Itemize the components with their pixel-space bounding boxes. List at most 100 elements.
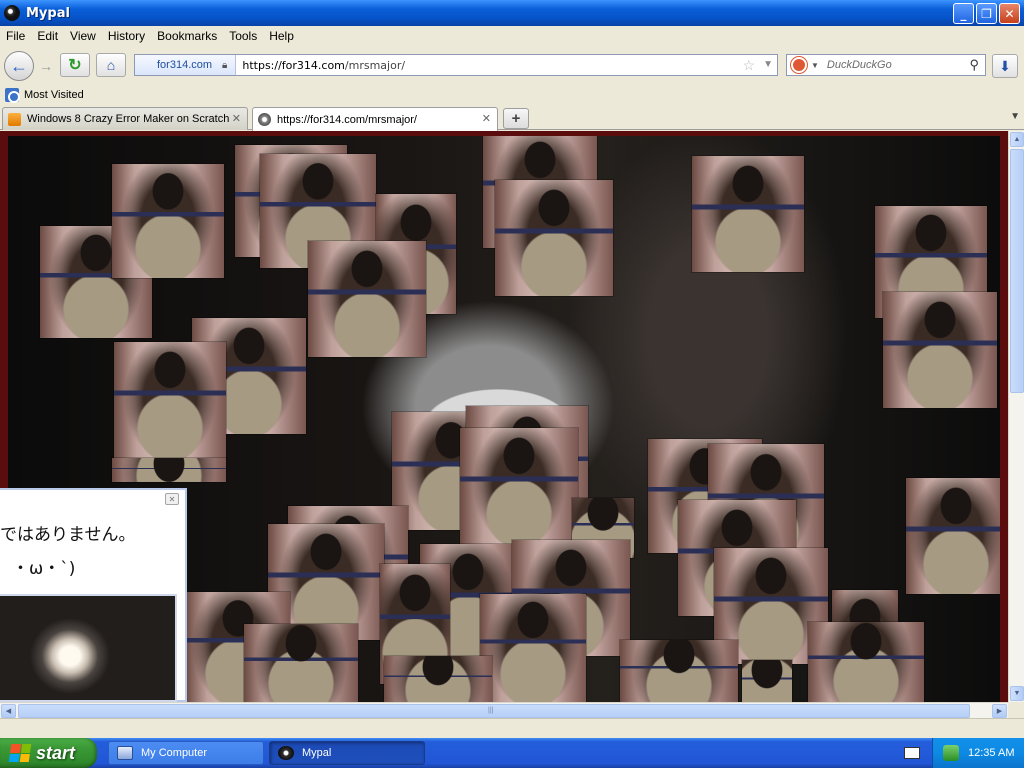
scroll-grip-icon: ||| — [488, 707, 494, 714]
tab-label: https://for314.com/mrsmajor/ — [277, 113, 417, 126]
url-text[interactable]: https://for314.com/mrsmajor/ — [242, 59, 405, 72]
all-tabs-dropdown-icon[interactable]: ▼ — [1010, 111, 1020, 122]
mypal-app-icon — [4, 5, 20, 21]
computer-icon — [117, 746, 133, 760]
doll-photo — [742, 660, 792, 702]
doll-photo — [460, 428, 578, 544]
scrollbar-corner — [1008, 702, 1024, 718]
vertical-scrollbar[interactable]: ▲ ▼ — [1008, 131, 1024, 702]
menu-bookmarks[interactable]: Bookmarks — [151, 29, 223, 43]
download-arrow-icon: ⬇ — [999, 57, 1011, 74]
doll-photo — [112, 164, 224, 278]
system-tray: 12:35 AM — [932, 738, 1024, 768]
doll-photo — [480, 594, 586, 702]
back-button[interactable]: ← — [4, 51, 34, 81]
site-identity-button[interactable]: for314.com 🔒︎ — [135, 55, 237, 75]
search-bar[interactable]: ▼ DuckDuckGo ⚲ — [786, 54, 986, 76]
menu-bar: File Edit View History Bookmarks Tools H… — [0, 26, 1024, 46]
tab-close-icon[interactable]: ✕ — [232, 112, 241, 125]
window-controls: _ ❐ ✕ — [953, 3, 1020, 24]
most-visited-icon — [5, 88, 20, 103]
popup-video-image — [0, 594, 177, 702]
menu-help[interactable]: Help — [263, 29, 300, 43]
doll-photo — [112, 458, 226, 482]
start-label: start — [36, 742, 76, 763]
scroll-right-icon[interactable]: ▶ — [992, 704, 1007, 718]
scroll-up-icon[interactable]: ▲ — [1010, 132, 1024, 147]
doll-photo — [883, 292, 997, 408]
url-dropdown-icon[interactable]: ▼ — [763, 59, 773, 70]
menu-history[interactable]: History — [102, 29, 151, 43]
status-bar — [0, 718, 1024, 738]
vertical-scroll-thumb[interactable] — [1010, 149, 1024, 393]
taskbar-item-label: Mypal — [302, 747, 332, 759]
tab-label: Windows 8 Crazy Error Maker on Scratch — [27, 113, 230, 125]
title-bar[interactable]: Mypal _ ❐ ✕ — [0, 0, 1024, 26]
reload-button[interactable]: ↻ — [60, 53, 90, 77]
windows-flag-icon — [8, 744, 32, 762]
downloads-button[interactable]: ⬇ — [992, 54, 1018, 78]
reload-icon: ↻ — [68, 57, 82, 74]
doll-photo — [620, 640, 738, 702]
site-identity-label: for314.com — [157, 59, 213, 71]
horizontal-scrollbar[interactable]: ◀ ||| ▶ — [0, 702, 1008, 718]
menu-tools[interactable]: Tools — [223, 29, 263, 43]
keyboard-icon[interactable] — [904, 747, 920, 759]
bookmark-most-visited[interactable]: Most Visited — [24, 89, 84, 101]
doll-photo — [244, 624, 358, 702]
scroll-left-icon[interactable]: ◀ — [1, 704, 16, 718]
taskbar-item-my-computer[interactable]: My Computer — [108, 741, 264, 765]
network-icon[interactable] — [943, 745, 959, 761]
restore-button[interactable]: ❐ — [976, 3, 997, 24]
tab-scratch[interactable]: Windows 8 Crazy Error Maker on Scratch ✕ — [2, 107, 248, 130]
menu-file[interactable]: File — [0, 29, 31, 43]
doll-photo — [384, 656, 492, 702]
home-icon: ⌂ — [106, 57, 116, 73]
search-engine-dropdown-icon[interactable]: ▼ — [811, 61, 819, 70]
new-tab-button[interactable]: + — [503, 108, 529, 129]
popup-message-line-1: ではありません。 — [0, 525, 136, 545]
magnifier-icon[interactable]: ⚲ — [969, 57, 979, 73]
bookmark-star-icon[interactable]: ☆ — [742, 57, 755, 74]
close-icon: ✕ — [168, 494, 176, 504]
scratch-favicon-icon — [8, 112, 21, 126]
popup-window[interactable]: ✕ ではありません。 ・ω・`) — [0, 488, 187, 702]
menu-view[interactable]: View — [64, 29, 102, 43]
url-path: /mrsmajor/ — [344, 58, 406, 72]
popup-message-line-2: ・ω・`) — [12, 559, 76, 579]
start-button[interactable]: start — [0, 738, 97, 768]
back-arrow-icon: ← — [10, 55, 28, 76]
home-button[interactable]: ⌂ — [96, 53, 126, 77]
lock-icon: 🔒︎ — [222, 59, 228, 71]
tab-mrsmajor[interactable]: https://for314.com/mrsmajor/ ✕ — [252, 107, 498, 131]
taskbar-item-mypal[interactable]: Mypal — [269, 741, 425, 765]
close-button[interactable]: ✕ — [999, 3, 1020, 24]
window-title: Mypal — [26, 5, 70, 21]
duckduckgo-icon[interactable] — [791, 57, 807, 73]
tab-close-icon[interactable]: ✕ — [482, 112, 491, 125]
doll-photo — [308, 241, 426, 357]
forward-arrow-icon: → — [39, 58, 53, 74]
popup-close-button[interactable]: ✕ — [165, 493, 179, 505]
navigation-toolbar: ← → ↻ ⌂ for314.com 🔒︎ https://for314.com… — [0, 46, 1024, 84]
url-host: https://for314.com — [242, 58, 345, 72]
horizontal-scroll-thumb[interactable] — [18, 704, 970, 718]
doll-photo — [495, 180, 613, 296]
forward-button[interactable]: → — [36, 56, 56, 76]
doll-photo — [906, 478, 1000, 594]
doll-photo — [692, 156, 804, 272]
bookmarks-toolbar: Most Visited — [0, 84, 1024, 106]
menu-edit[interactable]: Edit — [31, 29, 64, 43]
clock[interactable]: 12:35 AM — [968, 747, 1014, 759]
doll-photo — [808, 622, 924, 702]
doll-photo — [114, 342, 226, 458]
tab-strip: Windows 8 Crazy Error Maker on Scratch ✕… — [0, 106, 1024, 131]
taskbar-item-label: My Computer — [141, 747, 208, 759]
minimize-button[interactable]: _ — [953, 3, 974, 24]
scroll-down-icon[interactable]: ▼ — [1010, 686, 1024, 701]
taskbar: start My Computer Mypal 12:35 AM — [0, 738, 1024, 768]
url-bar[interactable]: for314.com 🔒︎ https://for314.com/mrsmajo… — [134, 54, 778, 76]
search-placeholder: DuckDuckGo — [826, 59, 892, 71]
plus-icon: + — [511, 110, 521, 127]
mypal-icon — [278, 746, 294, 760]
